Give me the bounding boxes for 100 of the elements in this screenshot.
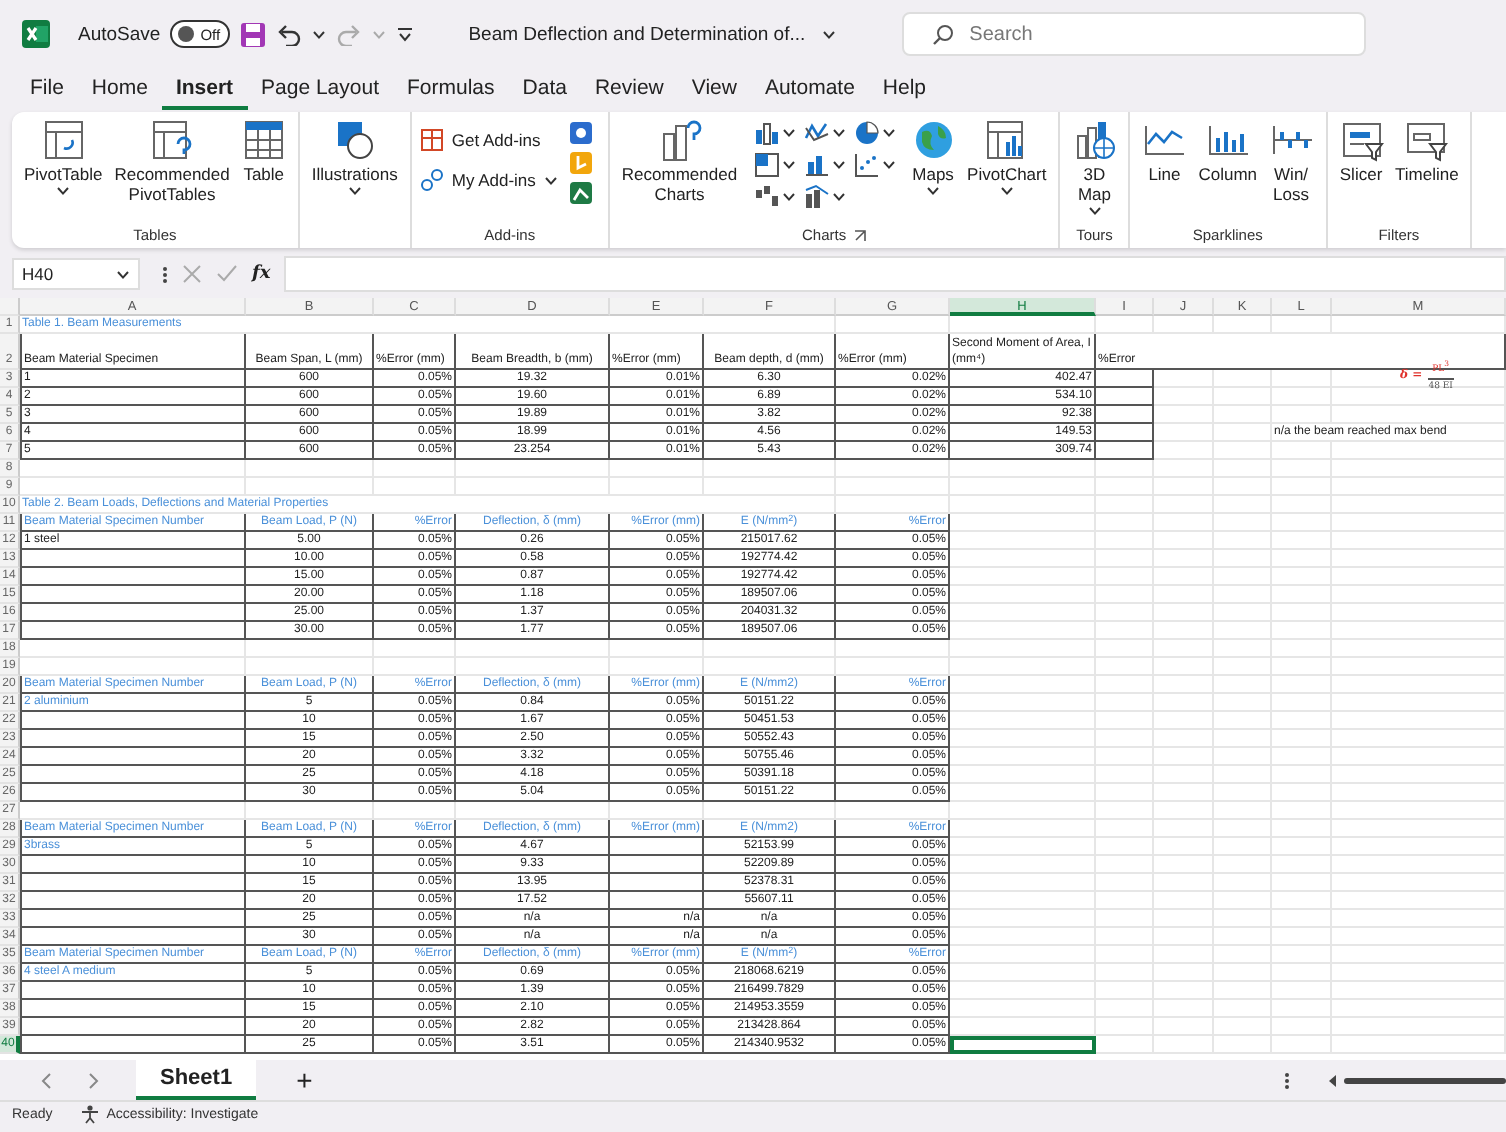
ribbon-button[interactable]: PivotChart [963, 118, 1051, 196]
horizontal-scrollbar[interactable] [1326, 1071, 1506, 1089]
table-cell [1272, 730, 1332, 748]
ribbon-button[interactable]: Win/ Loss [1265, 118, 1318, 204]
menu-tab[interactable]: Help [868, 70, 941, 110]
ribbon-button[interactable]: Illustrations [307, 118, 402, 196]
table-cell [1096, 820, 1154, 838]
table-cell [1272, 316, 1332, 334]
table-cell [1096, 946, 1154, 964]
table-cell [1154, 874, 1214, 892]
table-cell [1214, 1036, 1272, 1054]
table-cell [1272, 604, 1332, 622]
table-cell [610, 658, 704, 676]
line-chart-icon [803, 120, 830, 146]
save-icon[interactable] [240, 21, 267, 47]
search-field[interactable]: Search [901, 12, 1366, 56]
table-cell [1096, 424, 1154, 442]
table-cell [704, 460, 836, 478]
ribbon-button[interactable]: 3D Map [1068, 118, 1121, 216]
table-cell [610, 640, 704, 658]
table-cell [1154, 586, 1214, 604]
globe-icon [911, 118, 956, 162]
table-cell [1214, 622, 1272, 640]
table-cell [374, 802, 456, 820]
next-sheet-icon[interactable] [88, 1071, 100, 1089]
table-cell [836, 316, 950, 334]
caret-icon [831, 192, 846, 202]
table-cell [1154, 568, 1214, 586]
menu-tab[interactable]: Data [508, 70, 581, 110]
table-cell [1096, 802, 1154, 820]
table-cell [1272, 568, 1332, 586]
accessibility-icon [80, 1104, 101, 1124]
table-cell [1096, 622, 1154, 640]
check-icon[interactable] [216, 264, 238, 284]
launcher-icon[interactable] [854, 229, 867, 241]
menu-tab[interactable]: Review [580, 70, 678, 110]
add-sheet-button[interactable]: + [296, 1066, 313, 1094]
chart-type-button[interactable] [853, 118, 896, 148]
menu-tab[interactable]: Automate [750, 70, 869, 110]
app-icon[interactable] [569, 122, 592, 144]
menu-tab[interactable]: Page Layout [247, 70, 393, 110]
pivot-table-question-icon [150, 118, 195, 162]
chart-type-button[interactable] [753, 150, 796, 180]
active-cell[interactable] [950, 1036, 1096, 1054]
chart-type-button[interactable] [803, 150, 846, 180]
table-cell [246, 802, 374, 820]
table-cell [1096, 532, 1154, 550]
ribbon-button[interactable]: Slicer [1335, 118, 1388, 184]
table-cell [836, 496, 950, 514]
ribbon-button[interactable]: My Add-ins [419, 166, 558, 194]
table-cell [1154, 424, 1214, 442]
table-cell [1272, 586, 1332, 604]
table-cell [1214, 658, 1272, 676]
slicer-icon [1339, 118, 1384, 162]
table-cell [1214, 1018, 1272, 1036]
app-icon[interactable] [569, 182, 592, 204]
table-cell [1096, 496, 1154, 514]
more-icon[interactable] [162, 265, 168, 283]
menu-tab[interactable]: Formulas [393, 70, 509, 110]
autosave-label: AutoSave [78, 23, 161, 45]
customize-icon[interactable] [396, 25, 415, 43]
insert-function-button[interactable]: fx [252, 264, 271, 284]
menu-tab[interactable]: View [677, 70, 751, 110]
menu-tab[interactable]: Home [77, 70, 162, 110]
table-cell [1096, 910, 1154, 928]
menu-tab[interactable]: File [16, 70, 78, 110]
more-icon[interactable] [1284, 1071, 1290, 1089]
table-icon [241, 118, 286, 162]
table-cell [1154, 1036, 1214, 1054]
table-cell [1154, 496, 1214, 514]
name-box[interactable]: H40 [12, 258, 140, 290]
table-cell [1272, 1018, 1332, 1036]
ribbon-button[interactable]: Table [237, 118, 290, 184]
sheet-tab[interactable]: Sheet1 [136, 1060, 257, 1100]
bar-chart-icon [803, 152, 830, 178]
undo-icon[interactable] [276, 22, 303, 46]
ribbon-button[interactable]: Recommended Charts [617, 118, 742, 204]
ribbon-button[interactable]: Maps [907, 118, 960, 196]
ribbon-button[interactable]: PivotTable [20, 118, 107, 196]
ribbon-button[interactable]: Line [1138, 118, 1191, 184]
ribbon-button[interactable]: Recommended PivotTables [110, 118, 234, 204]
table-cell [1214, 442, 1272, 460]
document-title[interactable]: Beam Deflection and Determination of... [468, 23, 836, 45]
chart-type-button[interactable] [753, 118, 796, 148]
table-cell [1272, 532, 1332, 550]
table-cell [1154, 622, 1214, 640]
ribbon-button[interactable]: Timeline [1391, 118, 1463, 184]
ribbon-button[interactable]: Get Add-ins [419, 126, 558, 154]
chart-type-button[interactable] [803, 182, 846, 212]
table-cell [1154, 604, 1214, 622]
table-cell [1096, 568, 1154, 586]
chart-type-button[interactable] [753, 182, 796, 212]
formula-input[interactable] [284, 256, 1506, 292]
table-cell [1214, 424, 1272, 442]
table-cell [1272, 838, 1332, 856]
chart-type-button[interactable] [853, 150, 896, 180]
ribbon-button[interactable]: Column [1194, 118, 1262, 184]
table-cell [1272, 694, 1332, 712]
table-cell [1272, 856, 1332, 874]
previous-sheet-icon[interactable] [40, 1071, 52, 1089]
